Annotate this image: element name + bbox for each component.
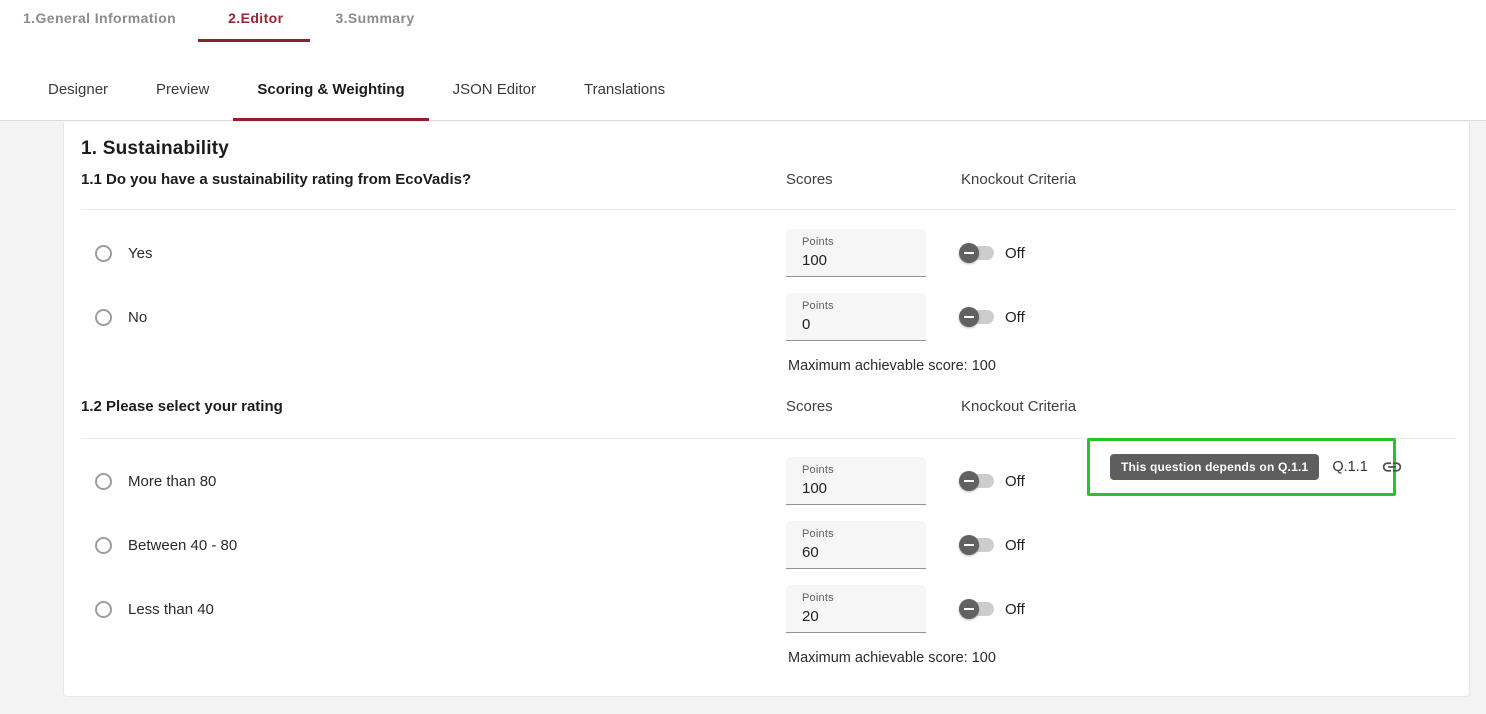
- points-input-label: Points: [802, 236, 926, 248]
- points-input-label: Points: [802, 528, 926, 540]
- scoring-panel: 1. Sustainability 1.1 Do you have a sust…: [63, 122, 1470, 697]
- option-label-group: Yes: [81, 245, 786, 262]
- knockout-toggle-state: Off: [1005, 245, 1025, 262]
- points-input[interactable]: Points 0: [786, 293, 926, 341]
- knockout-toggle-state: Off: [1005, 537, 1025, 554]
- radio-button[interactable]: [95, 245, 112, 262]
- option-row-yes: Yes Points 100 Off: [81, 229, 1456, 277]
- knockout-toggle-group: Off: [959, 243, 1456, 263]
- points-input-label: Points: [802, 300, 926, 312]
- option-label-group: No: [81, 309, 786, 326]
- knockout-column-header: Knockout Criteria: [961, 172, 1456, 188]
- tab-scoring-weighting[interactable]: Scoring & Weighting: [233, 59, 428, 120]
- points-input-value: 0: [802, 316, 926, 333]
- option-row-no: No Points 0 Off: [81, 293, 1456, 341]
- points-input-value: 100: [802, 480, 926, 497]
- tab-json-editor[interactable]: JSON Editor: [429, 59, 560, 120]
- knockout-toggle-group: Off: [959, 307, 1456, 327]
- points-input-value: 20: [802, 608, 926, 625]
- knockout-toggle-state: Off: [1005, 473, 1025, 490]
- points-input[interactable]: Points 100: [786, 229, 926, 277]
- radio-button[interactable]: [95, 601, 112, 618]
- tab-designer[interactable]: Designer: [24, 59, 132, 120]
- knockout-toggle[interactable]: [959, 471, 996, 491]
- tab-preview[interactable]: Preview: [132, 59, 233, 120]
- tab-translations[interactable]: Translations: [560, 59, 689, 120]
- toggle-thumb-minus-icon: [959, 535, 979, 555]
- option-row-between-40-80: Between 40 - 80 Points 60 Off: [81, 521, 1456, 569]
- option-label-group: More than 80: [81, 473, 786, 490]
- points-input[interactable]: Points 100: [786, 457, 926, 505]
- knockout-toggle-state: Off: [1005, 309, 1025, 326]
- points-input-value: 60: [802, 544, 926, 561]
- points-input[interactable]: Points 60: [786, 521, 926, 569]
- knockout-toggle-group: Off: [959, 535, 1456, 555]
- radio-button[interactable]: [95, 537, 112, 554]
- toggle-thumb-minus-icon: [959, 599, 979, 619]
- knockout-toggle-group: Off: [959, 599, 1456, 619]
- toggle-thumb-minus-icon: [959, 471, 979, 491]
- dependency-tooltip: This question depends on Q.1.1: [1110, 454, 1319, 480]
- question-title: 1.1 Do you have a sustainability rating …: [81, 172, 786, 188]
- option-row-less-than-40: Less than 40 Points 20 Off: [81, 585, 1456, 633]
- points-input-value: 100: [802, 252, 926, 269]
- wizard-step-summary[interactable]: 3.Summary: [335, 10, 414, 42]
- divider: [81, 209, 1456, 210]
- wizard-steps: 1.General Information 2.Editor 3.Summary: [23, 10, 415, 42]
- option-label-group: Between 40 - 80: [81, 537, 786, 554]
- question-header: 1.2 Please select your rating Scores Kno…: [81, 374, 1456, 438]
- knockout-column-header: Knockout Criteria: [961, 399, 1456, 415]
- points-input[interactable]: Points 20: [786, 585, 926, 633]
- toggle-thumb-minus-icon: [959, 243, 979, 263]
- top-header: 1.General Information 2.Editor 3.Summary…: [0, 0, 1486, 121]
- option-text: More than 80: [128, 473, 216, 490]
- wizard-step-editor[interactable]: 2.Editor: [228, 10, 283, 42]
- question-header: 1.1 Do you have a sustainability rating …: [81, 172, 1456, 209]
- points-input-label: Points: [802, 464, 926, 476]
- radio-button[interactable]: [95, 309, 112, 326]
- max-score-text: Maximum achievable score: 100: [788, 651, 1456, 666]
- option-text: No: [128, 309, 147, 326]
- knockout-toggle[interactable]: [959, 307, 996, 327]
- scores-column-header: Scores: [786, 399, 961, 415]
- toggle-thumb-minus-icon: [959, 307, 979, 327]
- knockout-toggle[interactable]: [959, 535, 996, 555]
- question-title: 1.2 Please select your rating: [81, 399, 786, 415]
- question-block-1-2: 1.2 Please select your rating Scores Kno…: [81, 374, 1456, 666]
- points-input-label: Points: [802, 592, 926, 604]
- knockout-toggle[interactable]: [959, 599, 996, 619]
- knockout-toggle-state: Off: [1005, 601, 1025, 618]
- max-score-text: Maximum achievable score: 100: [788, 359, 1456, 374]
- option-text: Between 40 - 80: [128, 537, 237, 554]
- scores-column-header: Scores: [786, 172, 961, 188]
- wizard-step-general-information[interactable]: 1.General Information: [23, 10, 176, 42]
- link-icon[interactable]: [1381, 456, 1403, 478]
- section-title: 1. Sustainability: [81, 122, 1456, 160]
- option-text: Less than 40: [128, 601, 214, 618]
- question-block-1-1: 1.1 Do you have a sustainability rating …: [81, 172, 1456, 374]
- option-text: Yes: [128, 245, 152, 262]
- dependency-reference: Q.1.1: [1332, 459, 1367, 475]
- dependency-highlight-box: This question depends on Q.1.1 Q.1.1: [1087, 438, 1396, 496]
- editor-tab-bar: Designer Preview Scoring & Weighting JSO…: [24, 59, 689, 120]
- option-label-group: Less than 40: [81, 601, 786, 618]
- radio-button[interactable]: [95, 473, 112, 490]
- knockout-toggle[interactable]: [959, 243, 996, 263]
